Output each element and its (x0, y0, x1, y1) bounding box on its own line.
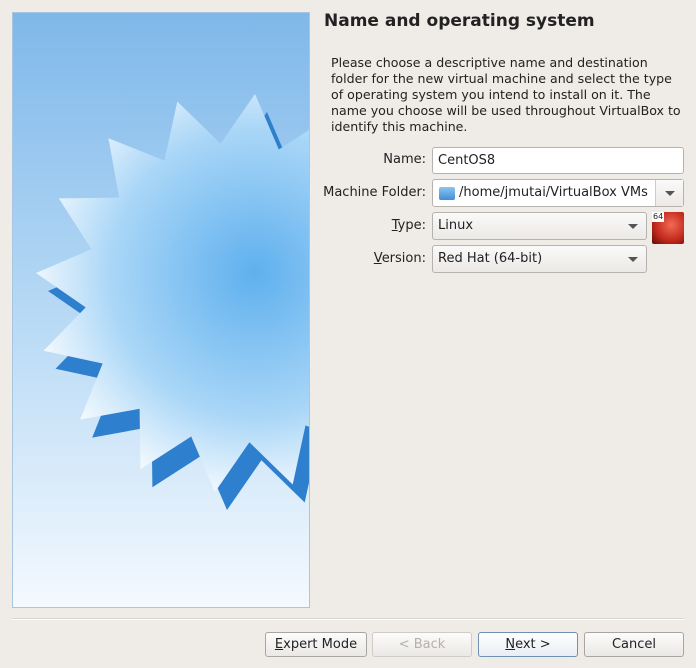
machine-folder-label: Machine Folder: (323, 185, 426, 200)
next-button[interactable]: Next > (478, 632, 578, 657)
name-label: Name: (383, 152, 426, 167)
button-separator (12, 618, 684, 620)
folder-icon (439, 187, 455, 200)
back-button[interactable]: < Back (372, 632, 472, 657)
version-select[interactable]: Red Hat (64-bit) (432, 245, 647, 273)
type-label: Type: (392, 218, 426, 233)
version-label: Version: (374, 251, 426, 266)
os-type-icon: 64 (652, 212, 684, 244)
wizard-watermark-image (12, 12, 310, 608)
machine-folder-select[interactable]: /home/jmutai/VirtualBox VMs (432, 179, 684, 207)
type-value: Linux (438, 218, 473, 233)
expert-mode-button[interactable]: Expert Mode (265, 632, 367, 657)
cancel-button[interactable]: Cancel (584, 632, 684, 657)
page-description: Please choose a descriptive name and des… (331, 55, 681, 135)
chevron-down-icon (628, 224, 638, 229)
page-title: Name and operating system (324, 11, 595, 31)
folder-dropdown-button[interactable] (655, 180, 683, 206)
machine-folder-value: /home/jmutai/VirtualBox VMs (459, 185, 648, 200)
chevron-down-icon (628, 257, 638, 262)
name-input[interactable]: CentOS8 (432, 147, 684, 174)
version-value: Red Hat (64-bit) (438, 251, 542, 266)
chevron-down-icon (665, 191, 675, 196)
name-value: CentOS8 (438, 153, 495, 168)
type-select[interactable]: Linux (432, 212, 647, 240)
star-graphic (13, 13, 309, 607)
os-bitness-badge: 64 (652, 212, 664, 222)
